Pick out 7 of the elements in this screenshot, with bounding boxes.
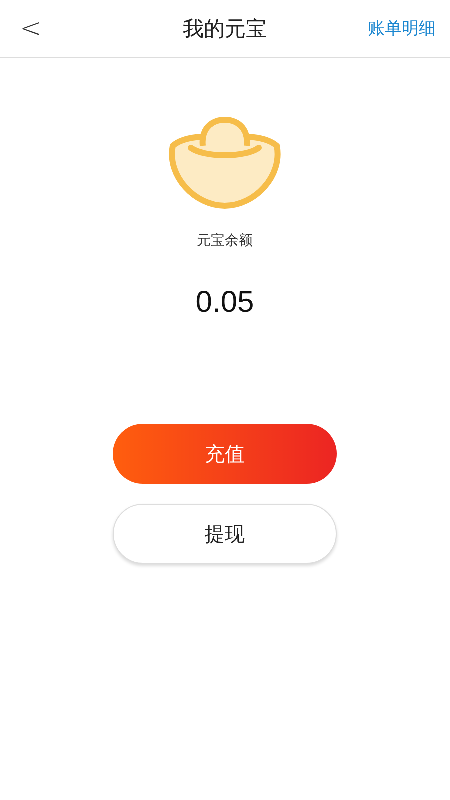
balance-label: 元宝余额 bbox=[197, 232, 253, 250]
back-button[interactable]: < bbox=[20, 14, 42, 44]
recharge-button[interactable]: 充值 bbox=[113, 424, 337, 484]
page-title: 我的元宝 bbox=[183, 16, 267, 42]
balance-amount: 0.05 bbox=[196, 286, 254, 320]
withdraw-button[interactable]: 提现 bbox=[113, 504, 337, 564]
bill-details-link[interactable]: 账单明细 bbox=[368, 17, 436, 40]
